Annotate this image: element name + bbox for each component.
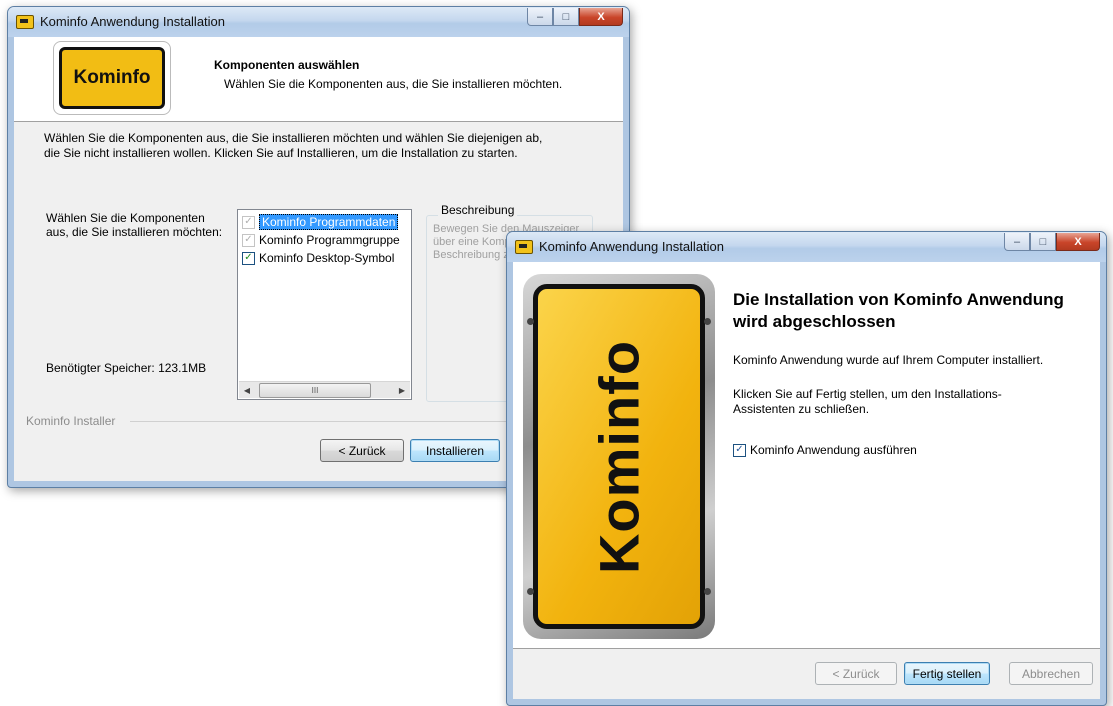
space-required: Benötigter Speicher: 123.1MB bbox=[46, 361, 207, 375]
finish-button[interactable]: Fertig stellen bbox=[904, 662, 990, 685]
checkbox-icon[interactable]: ✓ bbox=[733, 443, 746, 457]
component-label: Kominfo Programmgruppe bbox=[259, 233, 400, 247]
title-bar[interactable]: Kominfo Anwendung Installation – □ X bbox=[507, 232, 1106, 262]
bolt-icon bbox=[527, 588, 534, 595]
dialog-header: Kominfo Komponenten auswählen Wählen Sie… bbox=[14, 37, 623, 122]
finish-instruction: Klicken Sie auf Fertig stellen, um den I… bbox=[733, 387, 1002, 416]
scroll-right-icon[interactable]: ▶ bbox=[394, 382, 410, 398]
component-label: Kominfo Programmdaten bbox=[259, 214, 399, 230]
installer-window-finish: Kominfo Anwendung Installation – □ X Kom… bbox=[506, 231, 1107, 706]
sign-plate: Kominfo bbox=[533, 284, 705, 629]
minimize-button[interactable]: – bbox=[1004, 233, 1030, 251]
minimize-icon: – bbox=[536, 10, 544, 23]
bolt-icon bbox=[527, 318, 534, 325]
kominfo-logo: Kominfo bbox=[53, 41, 171, 115]
run-app-checkbox[interactable]: ✓ Kominfo Anwendung ausführen bbox=[733, 443, 917, 457]
minimize-button[interactable]: – bbox=[527, 8, 553, 26]
run-app-label: Kominfo Anwendung ausführen bbox=[750, 443, 917, 457]
minimize-icon: – bbox=[1013, 235, 1021, 248]
description-title: Beschreibung bbox=[438, 203, 518, 217]
components-tree[interactable]: ✓ Kominfo Programmdaten ✓ Kominfo Progra… bbox=[237, 209, 412, 400]
title-bar[interactable]: Kominfo Anwendung Installation – □ X bbox=[8, 7, 629, 37]
install-button[interactable]: Installieren bbox=[410, 439, 500, 462]
cancel-button[interactable]: Abbrechen bbox=[1009, 662, 1093, 685]
close-button[interactable]: X bbox=[579, 8, 623, 26]
kominfo-sign-image: Kominfo bbox=[523, 274, 715, 639]
maximize-icon: □ bbox=[562, 10, 570, 23]
component-item[interactable]: ✓ Kominfo Desktop-Symbol bbox=[242, 250, 394, 266]
close-icon: X bbox=[1074, 235, 1082, 248]
dialog-body: Kominfo Die Installation von Kominfo Anw… bbox=[513, 262, 1100, 699]
component-item[interactable]: ✓ Kominfo Programmgruppe bbox=[242, 232, 400, 248]
app-icon bbox=[515, 240, 533, 254]
intro-text: Wählen Sie die Komponenten aus, die Sie … bbox=[44, 131, 604, 161]
back-button[interactable]: < Zurück bbox=[815, 662, 897, 685]
finish-title: Die Installation von Kominfo Anwendung w… bbox=[733, 290, 1064, 331]
close-icon: X bbox=[597, 10, 605, 23]
window-title: Kominfo Anwendung Installation bbox=[40, 14, 226, 29]
scroll-left-icon[interactable]: ◀ bbox=[239, 382, 255, 398]
components-label: Wählen Sie die Komponenten aus, die Sie … bbox=[46, 211, 223, 239]
dialog-footer: < Zurück Fertig stellen Abbrechen bbox=[513, 648, 1100, 699]
back-button[interactable]: < Zurück bbox=[320, 439, 404, 462]
page-title: Komponenten auswählen bbox=[214, 58, 360, 72]
maximize-button[interactable]: □ bbox=[553, 8, 579, 26]
checkbox-icon[interactable]: ✓ bbox=[242, 215, 255, 229]
component-item[interactable]: ✓ Kominfo Programmdaten bbox=[242, 214, 399, 230]
maximize-button[interactable]: □ bbox=[1030, 233, 1056, 251]
finish-message: Kominfo Anwendung wurde auf Ihrem Comput… bbox=[733, 353, 1044, 367]
maximize-icon: □ bbox=[1039, 235, 1047, 248]
bolt-icon bbox=[704, 588, 711, 595]
bolt-icon bbox=[704, 318, 711, 325]
horizontal-scrollbar[interactable]: ◀ III ▶ bbox=[239, 381, 410, 398]
scroll-thumb[interactable]: III bbox=[259, 383, 371, 398]
app-icon bbox=[16, 15, 34, 29]
logo-text: Kominfo bbox=[59, 47, 165, 109]
close-button[interactable]: X bbox=[1056, 233, 1100, 251]
installer-branding: Kominfo Installer bbox=[26, 414, 116, 428]
component-label: Kominfo Desktop-Symbol bbox=[259, 251, 395, 265]
sign-text: Kominfo bbox=[587, 339, 651, 574]
intro-line-1: Wählen Sie die Komponenten aus, die Sie … bbox=[44, 131, 543, 145]
page-subtitle: Wählen Sie die Komponenten aus, die Sie … bbox=[224, 77, 563, 91]
window-title: Kominfo Anwendung Installation bbox=[539, 239, 725, 254]
checkbox-icon[interactable]: ✓ bbox=[242, 233, 255, 247]
checkbox-icon[interactable]: ✓ bbox=[242, 251, 255, 265]
intro-line-2: die Sie nicht installieren wollen. Klick… bbox=[44, 146, 518, 160]
